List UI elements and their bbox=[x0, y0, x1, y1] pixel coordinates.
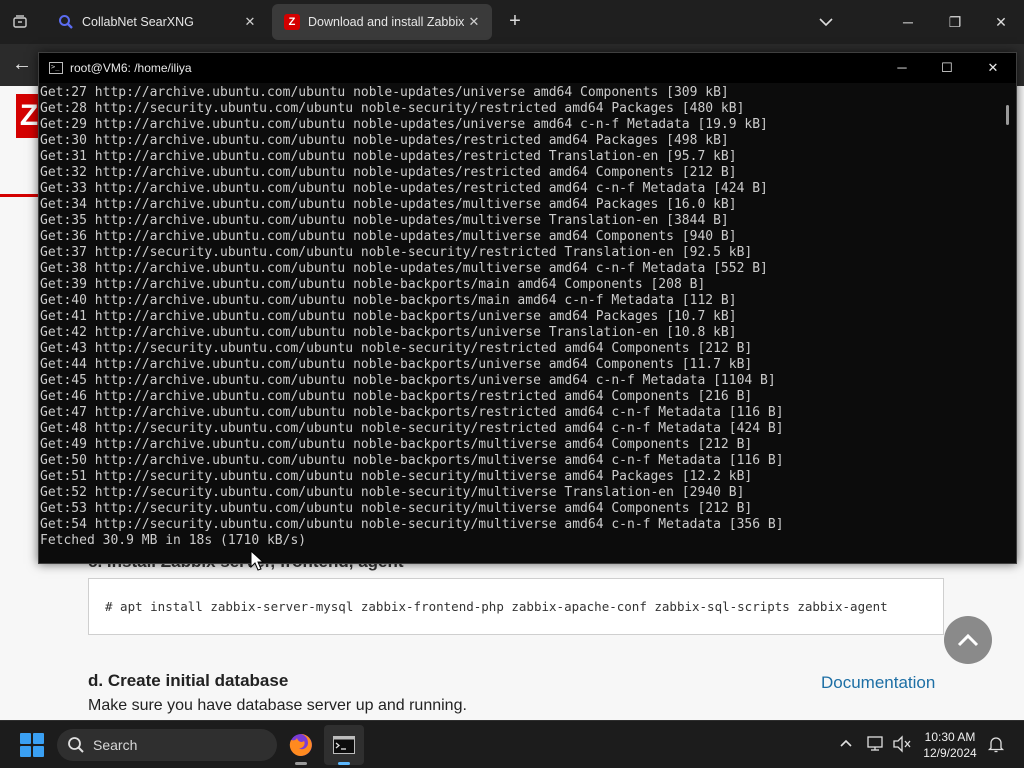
tab-collabnet-searxng[interactable]: CollabNet SearXNG ✕ bbox=[46, 4, 268, 40]
section-heading-database: d. Create initial database bbox=[88, 671, 289, 690]
close-icon[interactable]: ✕ bbox=[989, 10, 1013, 34]
restore-icon[interactable]: ❐ bbox=[943, 10, 967, 34]
close-icon[interactable]: ✕ bbox=[464, 14, 484, 30]
windows-start-icon[interactable] bbox=[20, 733, 44, 757]
terminal-line: Get:50 http://archive.ubuntu.com/ubuntu … bbox=[40, 453, 784, 468]
tab-zabbix-download[interactable]: Z Download and install Zabbix for ✕ bbox=[272, 4, 492, 40]
terminal-window[interactable]: >_ root@VM6: /home/iliya ─ ☐ ✕ Get:27 ht… bbox=[38, 52, 1017, 564]
terminal-line: Get:33 http://archive.ubuntu.com/ubuntu … bbox=[40, 181, 768, 196]
firefox-icon bbox=[289, 734, 312, 756]
terminal-line: Get:34 http://archive.ubuntu.com/ubuntu … bbox=[40, 197, 737, 212]
network-icon[interactable] bbox=[866, 735, 886, 755]
system-clock[interactable]: 10:30 AM 12/9/2024 bbox=[918, 729, 982, 761]
terminal-line: Get:41 http://archive.ubuntu.com/ubuntu … bbox=[40, 309, 737, 324]
close-icon[interactable]: ✕ bbox=[240, 14, 260, 30]
terminal-title-bar[interactable]: >_ root@VM6: /home/iliya ─ ☐ ✕ bbox=[39, 53, 1016, 83]
tab-overview-icon[interactable] bbox=[8, 10, 32, 34]
chevron-up-icon[interactable] bbox=[836, 735, 856, 755]
taskbar-search[interactable]: Search bbox=[57, 729, 277, 761]
terminal-line: Get:27 http://archive.ubuntu.com/ubuntu … bbox=[40, 85, 729, 100]
chevron-up-icon bbox=[957, 633, 979, 647]
terminal-title: root@VM6: /home/iliya bbox=[70, 61, 192, 75]
taskbar: Search 10:30 AM 12/9/2024 bbox=[0, 720, 1024, 768]
terminal-line: Get:31 http://archive.ubuntu.com/ubuntu … bbox=[40, 149, 737, 164]
terminal-line: Get:28 http://security.ubuntu.com/ubuntu… bbox=[40, 101, 745, 116]
terminal-line: Get:45 http://archive.ubuntu.com/ubuntu … bbox=[40, 373, 776, 388]
search-icon bbox=[58, 14, 74, 30]
terminal-line: Get:54 http://security.ubuntu.com/ubuntu… bbox=[40, 517, 784, 532]
terminal-line: Get:49 http://archive.ubuntu.com/ubuntu … bbox=[40, 437, 753, 452]
terminal-line: Get:42 http://archive.ubuntu.com/ubuntu … bbox=[40, 325, 737, 340]
terminal-line: Get:52 http://security.ubuntu.com/ubuntu… bbox=[40, 485, 745, 500]
database-instruction: Make sure you have database server up an… bbox=[88, 697, 467, 714]
new-tab-button[interactable]: + bbox=[503, 10, 527, 34]
minimize-icon[interactable]: ─ bbox=[896, 10, 920, 34]
terminal-scrollbar[interactable] bbox=[1001, 85, 1015, 563]
terminal-line: Get:32 http://archive.ubuntu.com/ubuntu … bbox=[40, 165, 737, 180]
running-indicator bbox=[295, 762, 307, 765]
terminal-line: Get:37 http://security.ubuntu.com/ubuntu… bbox=[40, 245, 753, 260]
maximize-icon[interactable]: ☐ bbox=[932, 56, 962, 80]
zabbix-logo-icon: Z bbox=[284, 14, 300, 30]
notification-bell-icon[interactable] bbox=[986, 735, 1006, 755]
terminal-taskbar-button[interactable] bbox=[324, 725, 364, 765]
terminal-line: Get:53 http://security.ubuntu.com/ubuntu… bbox=[40, 501, 753, 516]
chevron-down-icon[interactable] bbox=[815, 12, 837, 32]
terminal-output[interactable]: Get:27 http://archive.ubuntu.com/ubuntu … bbox=[40, 85, 1000, 563]
scrollbar-thumb[interactable] bbox=[1006, 105, 1009, 125]
tab-title: Download and install Zabbix for bbox=[308, 15, 464, 29]
terminal-line: Get:29 http://archive.ubuntu.com/ubuntu … bbox=[40, 117, 768, 132]
documentation-link[interactable]: Documentation bbox=[821, 673, 935, 693]
minimize-icon[interactable]: ─ bbox=[887, 56, 917, 80]
search-label: Search bbox=[93, 737, 138, 753]
terminal-icon bbox=[333, 736, 355, 754]
terminal-line: Get:40 http://archive.ubuntu.com/ubuntu … bbox=[40, 293, 737, 308]
clock-time: 10:30 AM bbox=[924, 730, 976, 744]
terminal-line: Get:38 http://archive.ubuntu.com/ubuntu … bbox=[40, 261, 768, 276]
terminal-line: Get:35 http://archive.ubuntu.com/ubuntu … bbox=[40, 213, 729, 228]
terminal-line: Get:51 http://security.ubuntu.com/ubuntu… bbox=[40, 469, 753, 484]
terminal-line: Get:47 http://archive.ubuntu.com/ubuntu … bbox=[40, 405, 784, 420]
terminal-line: Get:44 http://archive.ubuntu.com/ubuntu … bbox=[40, 357, 753, 372]
command-code-block[interactable]: # apt install zabbix-server-mysql zabbix… bbox=[88, 578, 944, 635]
close-icon[interactable]: ✕ bbox=[978, 56, 1008, 80]
mouse-cursor-icon bbox=[250, 549, 265, 572]
browser-tab-bar: CollabNet SearXNG ✕ Z Download and insta… bbox=[0, 0, 1024, 44]
install-command[interactable]: # apt install zabbix-server-mysql zabbix… bbox=[105, 599, 888, 614]
scroll-to-top-button[interactable] bbox=[944, 616, 992, 664]
active-indicator bbox=[338, 762, 350, 765]
terminal-line: Get:36 http://archive.ubuntu.com/ubuntu … bbox=[40, 229, 737, 244]
volume-muted-icon[interactable] bbox=[892, 735, 912, 755]
search-icon bbox=[68, 737, 84, 753]
back-arrow-icon[interactable]: ← bbox=[10, 53, 34, 77]
terminal-line: Fetched 30.9 MB in 18s (1710 kB/s) bbox=[40, 533, 307, 548]
clock-date: 12/9/2024 bbox=[923, 746, 977, 760]
terminal-line: Get:43 http://security.ubuntu.com/ubuntu… bbox=[40, 341, 753, 356]
tab-title: CollabNet SearXNG bbox=[82, 15, 194, 29]
terminal-line: Get:30 http://archive.ubuntu.com/ubuntu … bbox=[40, 133, 729, 148]
terminal-line: Get:39 http://archive.ubuntu.com/ubuntu … bbox=[40, 277, 706, 292]
terminal-line: Get:46 http://archive.ubuntu.com/ubuntu … bbox=[40, 389, 753, 404]
accent-divider bbox=[0, 194, 40, 197]
terminal-line: Get:48 http://security.ubuntu.com/ubuntu… bbox=[40, 421, 784, 436]
firefox-taskbar-button[interactable] bbox=[281, 725, 321, 765]
terminal-icon: >_ bbox=[49, 62, 63, 74]
